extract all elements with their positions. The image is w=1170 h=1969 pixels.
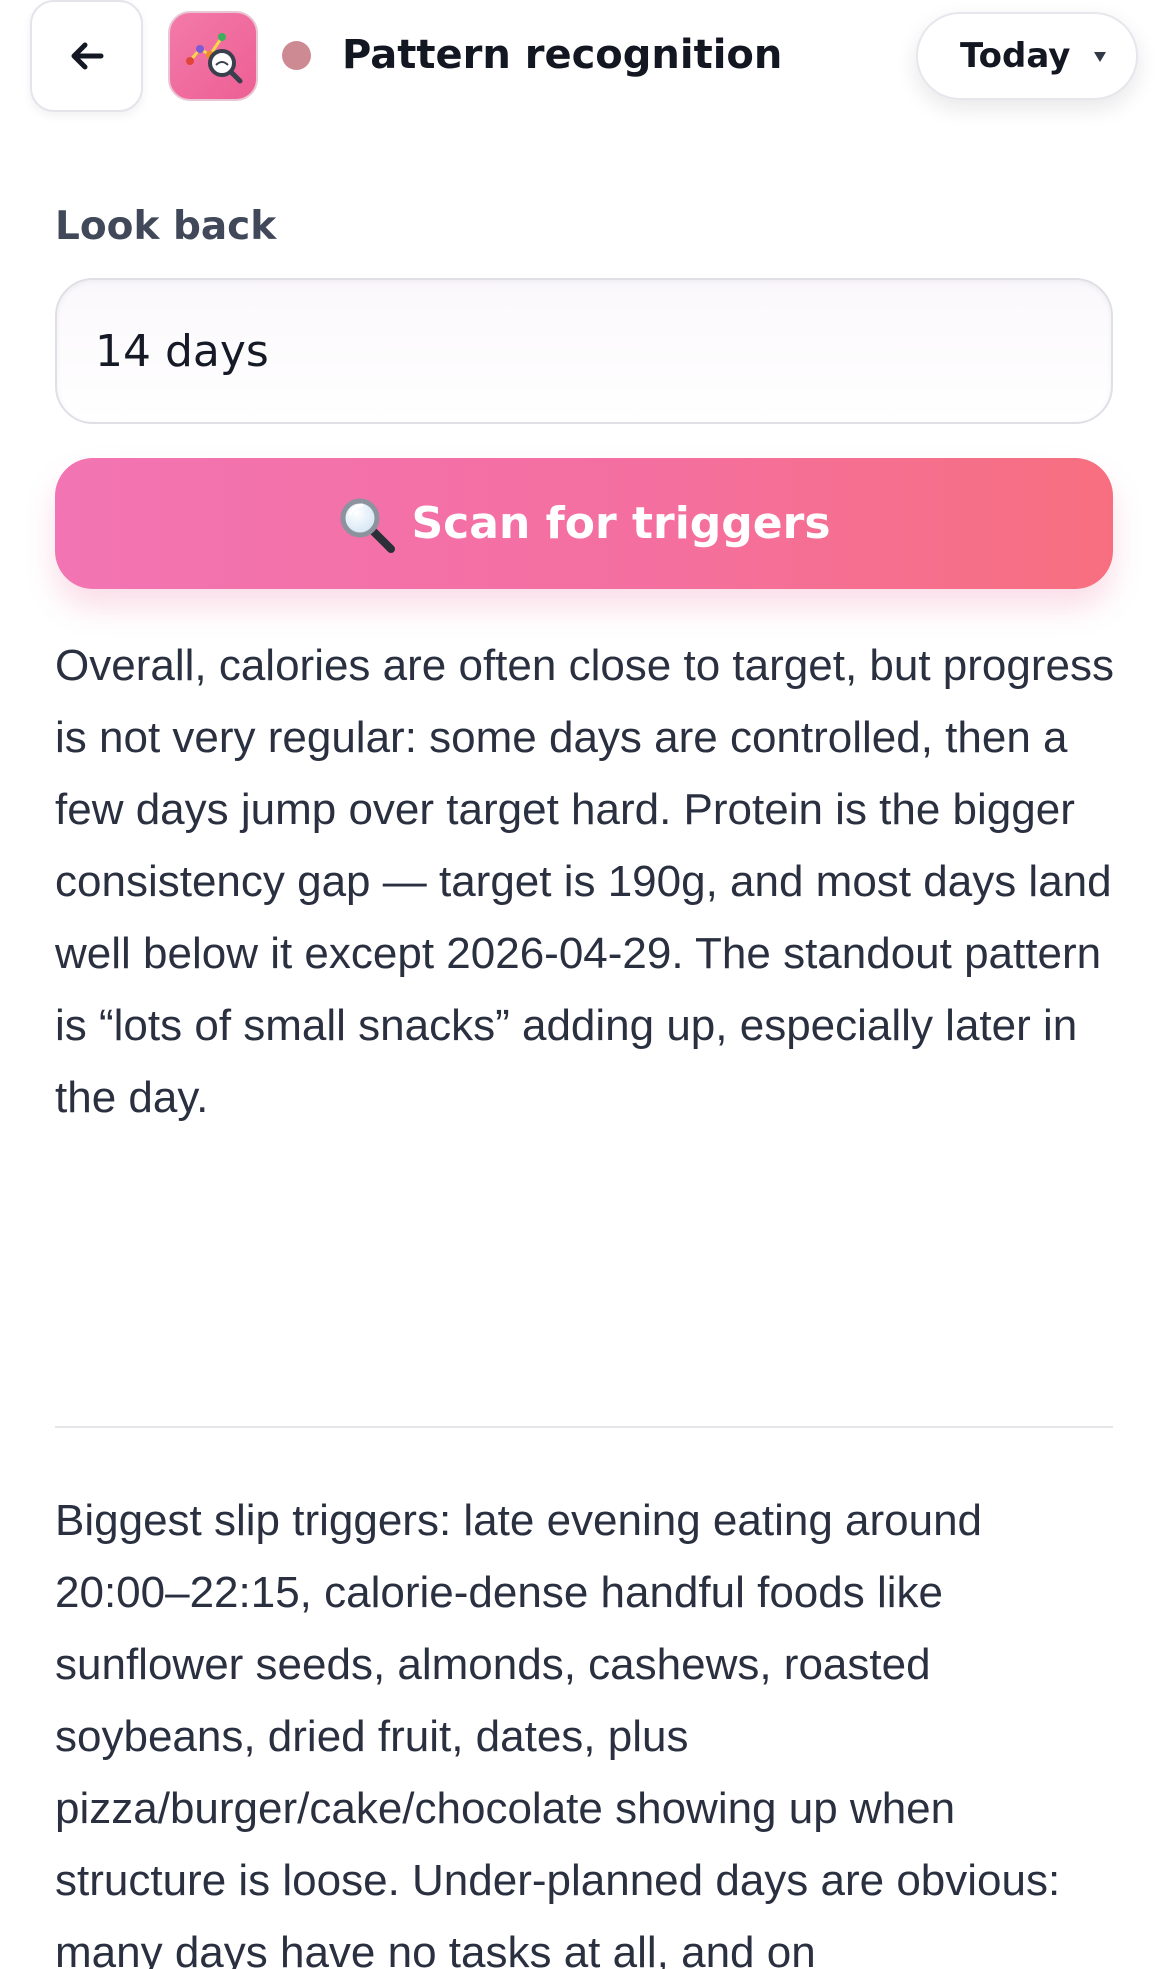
arrow-left-icon [71, 42, 103, 70]
pattern-recognition-screen: Pattern recognition Today Look back 14 d… [0, 0, 1170, 1969]
back-button[interactable] [30, 0, 143, 112]
date-selector-label: Today [960, 36, 1071, 76]
scan-for-triggers-button[interactable]: Scan for triggers [55, 458, 1113, 589]
top-bar: Pattern recognition Today [0, 0, 1170, 120]
lookback-label: Look back [55, 204, 277, 249]
lookback-select[interactable]: 14 days [55, 278, 1113, 424]
page-title: Pattern recognition [342, 32, 783, 78]
app-icon [168, 11, 258, 101]
scan-button-label: Scan for triggers [411, 498, 831, 549]
magnifier-icon [340, 498, 396, 553]
lookback-value: 14 days [95, 325, 269, 377]
pattern-chart-magnifier-icon [186, 33, 243, 84]
status-dot [282, 41, 311, 70]
triggers-text: Biggest slip triggers: late evening eati… [55, 1496, 1061, 1969]
summary-text: Overall, calories are often close to tar… [55, 641, 1114, 1122]
chevron-down-icon [1094, 52, 1106, 62]
divider [55, 1426, 1113, 1428]
date-selector[interactable]: Today [916, 12, 1138, 100]
